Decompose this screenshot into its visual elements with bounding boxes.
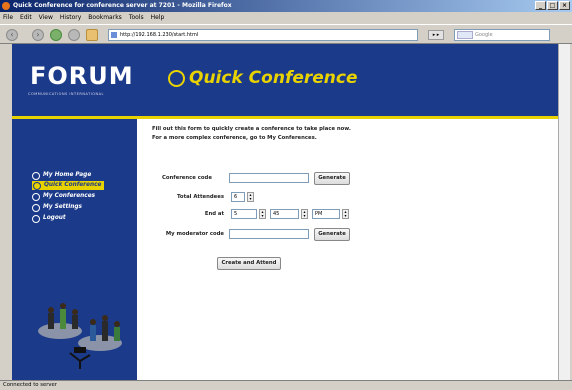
sidebar-item-label: My Home Page [43, 172, 92, 178]
page-viewport: FORUM COMMUNICATIONS INTERNATIONAL Quick… [12, 44, 558, 380]
intro-text: Fill out this form to quickly create a c… [152, 125, 351, 142]
menu-bookmarks[interactable]: Bookmarks [88, 12, 122, 24]
firefox-icon [2, 2, 10, 10]
forum-logo: FORUM [30, 62, 134, 90]
window-titlebar: Quick Conference for conference server a… [0, 0, 572, 12]
menu-file[interactable]: File [3, 12, 13, 24]
total-attendees-label: Total Attendees [177, 194, 224, 200]
ring-bullet-icon [33, 181, 41, 190]
sidebar-item-quick-conference[interactable]: Quick Conference [32, 181, 105, 190]
minimize-button[interactable]: _ [535, 1, 546, 10]
ring-icon [168, 69, 185, 87]
end-minute-spinner[interactable]: ▴ ▾ [301, 209, 308, 219]
sidebar-item-label: Quick Conference [44, 182, 102, 188]
menu-tools[interactable]: Tools [129, 12, 144, 24]
page-title: Quick Conference [168, 68, 358, 88]
ring-bullet-icon [32, 192, 40, 201]
sidebar-item-home[interactable]: My Home Page [32, 171, 91, 180]
vertical-scrollbar[interactable] [558, 44, 570, 380]
intro-line-2: For a more complex conference, go to My … [152, 134, 317, 141]
sidebar-item-label: My Settings [43, 204, 82, 210]
maximize-button[interactable]: □ [547, 1, 558, 10]
sidebar-item-label: Logout [43, 215, 66, 221]
conference-code-input[interactable] [229, 173, 309, 183]
generate-conference-code-button[interactable]: Generate [314, 172, 350, 185]
close-button[interactable]: × [559, 1, 570, 10]
menu-help[interactable]: Help [151, 12, 165, 24]
end-hour-spinner[interactable]: ▴ ▾ [259, 209, 266, 219]
sidebar-item-logout[interactable]: Logout [32, 214, 66, 223]
navigation-toolbar: ‹ › http://192.168.1.230/start.html ▸ ▸ … [0, 24, 572, 44]
menu-view[interactable]: View [39, 12, 53, 24]
sidebar: My Home Page Quick Conference My Confere… [12, 119, 137, 380]
moderator-code-input[interactable] [229, 229, 309, 239]
reload-icon[interactable] [50, 29, 62, 41]
home-icon[interactable] [86, 29, 98, 41]
search-engine-icon[interactable] [457, 31, 473, 39]
conference-code-label: Conference code [162, 175, 212, 181]
menu-history[interactable]: History [60, 12, 81, 24]
end-minute-input[interactable]: 45 [270, 209, 299, 219]
forward-icon[interactable]: › [32, 29, 44, 41]
search-input[interactable]: Google [454, 29, 550, 41]
sidebar-item-my-conferences[interactable]: My Conferences [32, 192, 95, 201]
moderator-code-label: My moderator code [165, 231, 224, 237]
url-text: http://192.168.1.230/start.html [120, 32, 199, 38]
end-hour-input[interactable]: 5 [231, 209, 257, 219]
total-attendees-spinner[interactable]: ▴ ▾ [247, 192, 254, 202]
menu-bar: File Edit View History Bookmarks Tools H… [0, 12, 572, 24]
logo-subtitle: COMMUNICATIONS INTERNATIONAL [28, 92, 104, 96]
site-header: FORUM COMMUNICATIONS INTERNATIONAL Quick… [12, 44, 558, 116]
end-at-label: End at [204, 211, 224, 217]
end-ampm-spinner[interactable]: ▴ ▾ [342, 209, 349, 219]
back-icon[interactable]: ‹ [6, 29, 18, 41]
menu-edit[interactable]: Edit [20, 12, 32, 24]
sidebar-item-label: My Conferences [43, 193, 96, 199]
ring-bullet-icon [32, 203, 40, 212]
generate-moderator-code-button[interactable]: Generate [314, 228, 350, 241]
stop-icon[interactable] [68, 29, 80, 41]
window-title: Quick Conference for conference server a… [13, 2, 232, 9]
sidebar-item-my-settings[interactable]: My Settings [32, 203, 82, 212]
ring-bullet-icon [32, 214, 40, 223]
status-bar: Connected to server [0, 380, 572, 390]
search-placeholder: Google [475, 32, 493, 38]
url-bar[interactable]: http://192.168.1.230/start.html [108, 29, 418, 41]
conference-people-illustration [38, 303, 122, 369]
ring-bullet-icon [32, 171, 40, 180]
page-title-text: Quick Conference [189, 68, 358, 88]
intro-line-1: Fill out this form to quickly create a c… [152, 126, 351, 132]
page-icon [111, 32, 117, 38]
end-ampm-input[interactable]: PM [312, 209, 340, 219]
total-attendees-input[interactable]: 6 [231, 192, 245, 202]
create-and-attend-button[interactable]: Create and Attend [217, 257, 281, 270]
go-button[interactable]: ▸ ▸ [428, 30, 444, 40]
